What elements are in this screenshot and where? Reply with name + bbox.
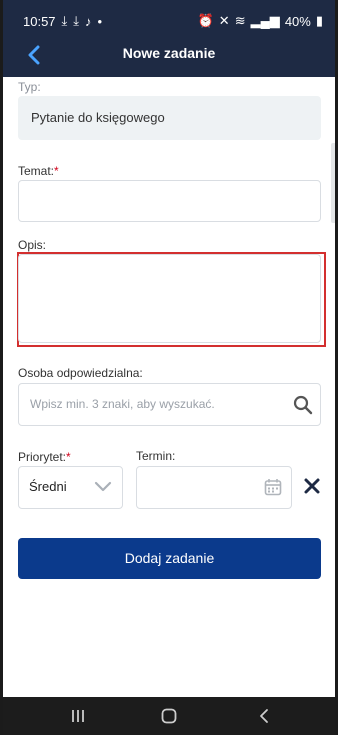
required-mark: * [54,164,59,178]
battery-icon: ▮ [315,13,323,28]
deadline-date-input[interactable] [136,466,292,509]
alarm-icon: ⏰ [197,13,214,28]
add-task-button[interactable]: Dodaj zadanie [18,538,321,579]
priority-label-text: Priorytet: [18,450,67,464]
subject-input[interactable] [18,180,321,222]
assignee-label: Osoba odpowiedzialna: [18,366,143,380]
tiktok-icon: ♪ [85,13,92,29]
status-time: 10:57 [23,13,56,29]
mute-icon: ✕ [218,13,230,28]
wifi-icon: ≋ [234,13,246,28]
android-navigation-bar [3,697,335,735]
battery-text: 40% [284,13,311,29]
deadline-label: Termin: [136,449,176,463]
description-textarea[interactable] [18,254,321,343]
type-label: Typ: [18,80,41,94]
home-icon[interactable] [160,707,178,725]
scrollbar[interactable] [331,143,335,223]
calendar-icon[interactable] [264,478,282,496]
app-header: Nowe zadanie [3,35,335,77]
signal-icon: ▂▄▆ [250,13,280,28]
priority-label: Priorytet:* [18,450,71,464]
assignee-search-input[interactable]: Wpisz min. 3 znaki, aby wyszukać. [18,383,321,426]
status-bar: 10:57 ⤓ ⤓ ♪ • ⏰ ✕ ≋ ▂▄▆ 40% ▮ [3,0,335,40]
search-icon[interactable] [293,395,313,415]
type-field[interactable]: Pytanie do księgowego [18,96,321,140]
priority-value: Średni [29,479,67,494]
clear-date-icon[interactable] [303,477,321,495]
task-form: Typ: Pytanie do księgowego Temat:* Opis:… [3,77,335,697]
download-icon: ⤓ [61,13,68,28]
download-icon: ⤓ [73,13,80,28]
priority-select[interactable]: Średni [18,466,123,509]
screen: 10:57 ⤓ ⤓ ♪ • ⏰ ✕ ≋ ▂▄▆ 40% ▮ Nowe zadan… [3,0,335,735]
back-nav-icon[interactable] [255,707,273,725]
description-label: Opis: [18,238,47,252]
subject-label-text: Temat: [18,164,55,178]
page-title: Nowe zadanie [122,45,216,61]
dot-icon: • [97,13,103,29]
recent-apps-icon[interactable] [69,707,87,725]
required-mark: * [66,450,71,464]
subject-label: Temat:* [18,164,59,178]
assignee-placeholder: Wpisz min. 3 znaki, aby wyszukać. [30,397,215,411]
chevron-down-icon [94,481,112,492]
